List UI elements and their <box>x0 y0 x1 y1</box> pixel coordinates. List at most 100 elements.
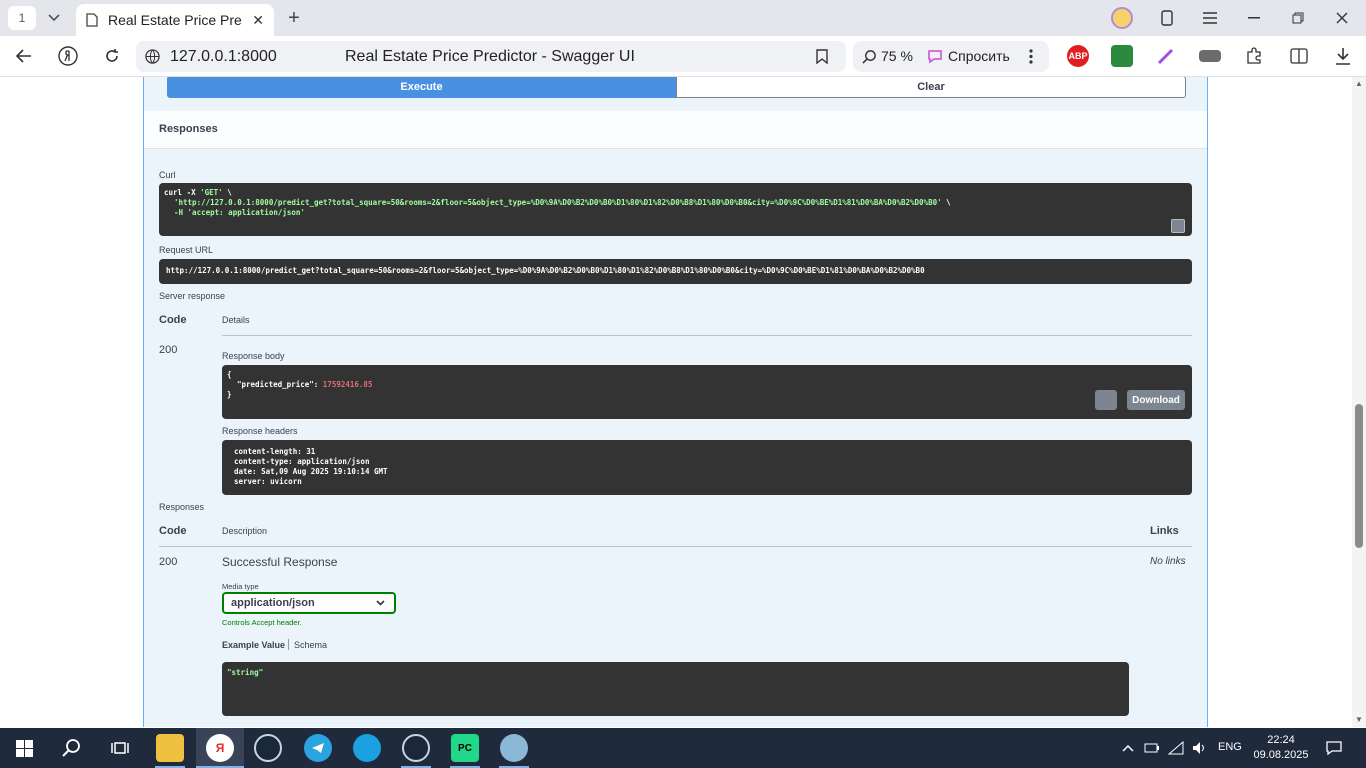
request-url-block[interactable]: http://127.0.0.1:8000/predict_get?total_… <box>159 259 1192 284</box>
predicted-price-value: 17592416.85 <box>322 380 373 389</box>
copy-to-clipboard-icon[interactable] <box>1171 219 1185 233</box>
details-column-header: Details <box>222 315 250 325</box>
curl-url-continuation: \ <box>941 198 951 207</box>
clock[interactable]: 22:24 09.08.2025 <box>1253 733 1309 763</box>
curl-code-block[interactable]: curl -X 'GET' \ 'http://127.0.0.1:8000/p… <box>159 183 1192 236</box>
clock-time: 22:24 <box>1267 734 1295 746</box>
divider <box>222 335 1192 336</box>
adblock-extension-icon[interactable]: ABP <box>1067 45 1089 67</box>
response-description: Successful Response <box>222 555 338 569</box>
reload-icon[interactable] <box>100 44 124 68</box>
description-header: Description <box>222 526 268 536</box>
telegram-icon[interactable] <box>304 734 332 762</box>
ai-assistant-icon <box>927 48 943 67</box>
windows-start-icon[interactable] <box>10 734 38 762</box>
curl-command: curl -X <box>164 188 201 197</box>
execute-button[interactable]: Execute <box>167 77 676 98</box>
edge-icon[interactable] <box>353 734 381 762</box>
curl-continuation: \ <box>222 188 232 197</box>
puzzle-extensions-icon[interactable] <box>1242 44 1266 68</box>
task-view-icon[interactable] <box>106 734 134 762</box>
notifications-icon[interactable] <box>1320 734 1348 762</box>
download-icon[interactable] <box>1331 44 1355 68</box>
more-vertical-icon[interactable] <box>1029 49 1033 67</box>
body-colon: : <box>313 380 323 389</box>
response-body-block[interactable]: { "predicted_price": 17592416.85 } <box>222 365 1192 419</box>
yandex-browser-icon[interactable]: Я <box>206 734 234 762</box>
response-body-label: Response body <box>222 351 285 361</box>
header-line: content-type: application/json <box>234 457 370 466</box>
globe-icon <box>145 49 160 69</box>
volume-icon[interactable] <box>1186 734 1214 762</box>
search-icon[interactable] <box>58 734 86 762</box>
example-value-block[interactable]: "string" <box>222 662 1129 716</box>
address-bar: 127.0.0.1:8000 Real Estate Price Predict… <box>0 36 1366 77</box>
divider <box>159 546 1192 547</box>
page-title-text: Real Estate Price Predictor - Swagger UI <box>345 48 635 65</box>
body-open-brace: { <box>227 370 232 379</box>
no-links-text: No links <box>1150 556 1186 567</box>
minimize-icon[interactable] <box>1242 6 1266 30</box>
download-button[interactable]: Download <box>1127 390 1185 410</box>
collections-icon[interactable] <box>1155 6 1179 30</box>
responses-title: Responses <box>159 123 218 135</box>
steam-icon[interactable] <box>254 734 282 762</box>
taskbar: Я PC ENG 22:24 09.08.2025 <box>0 728 1366 768</box>
document-icon <box>86 13 98 27</box>
copy-body-icon[interactable] <box>1095 390 1117 410</box>
request-url-label: Request URL <box>159 245 214 255</box>
media-type-label: Media type <box>222 582 259 591</box>
file-explorer-icon[interactable] <box>156 734 184 762</box>
pen-extension-icon[interactable] <box>1155 45 1177 67</box>
zoom-and-ask-box: 75 % Спросить <box>853 41 1049 72</box>
extension-icon[interactable] <box>1199 50 1221 62</box>
example-value-tab[interactable]: Example Value <box>222 640 285 650</box>
ask-button[interactable]: Спросить <box>948 48 1010 64</box>
doc-status-code: 200 <box>159 556 178 568</box>
request-url: http://127.0.0.1:8000/predict_get?total_… <box>166 266 925 275</box>
omnibox[interactable]: 127.0.0.1:8000 Real Estate Price Predict… <box>136 41 846 72</box>
input-language[interactable]: ENG <box>1218 741 1242 753</box>
tab-count-button[interactable]: 1 <box>8 6 36 30</box>
tab-list-chevron-icon[interactable] <box>40 6 68 30</box>
curl-header: -H 'accept: application/json' <box>174 208 305 217</box>
url-text: 127.0.0.1:8000 <box>170 48 277 65</box>
yandex-logo-icon[interactable] <box>56 44 80 68</box>
new-tab-plus-icon[interactable]: + <box>282 6 306 30</box>
back-arrow-icon[interactable] <box>12 44 36 68</box>
response-headers-block[interactable]: content-length: 31 content-type: applica… <box>222 440 1192 495</box>
color-extension-icon[interactable] <box>1111 45 1133 67</box>
zoom-level[interactable]: 75 % <box>881 48 913 64</box>
operation-block: Execute Clear Responses Curl curl -X 'GE… <box>143 77 1208 727</box>
paint-app-icon[interactable] <box>500 734 528 762</box>
split-view-icon[interactable] <box>1287 44 1311 68</box>
pycharm-icon[interactable]: PC <box>451 734 479 762</box>
links-header: Links <box>1150 525 1179 537</box>
tab-bar: 1 Real Estate Price Predic ✕ + <box>0 0 1366 36</box>
curl-url: 'http://127.0.0.1:8000/predict_get?total… <box>174 198 942 207</box>
steam-client-icon[interactable] <box>402 734 430 762</box>
menu-icon[interactable] <box>1198 6 1222 30</box>
page-scrollbar[interactable]: ▲ ▼ <box>1352 77 1366 727</box>
response-status-code: 200 <box>159 344 178 356</box>
clear-button[interactable]: Clear <box>676 77 1186 98</box>
controls-accept-note: Controls Accept header. <box>222 618 302 627</box>
restore-icon[interactable] <box>1286 6 1310 30</box>
media-type-value: application/json <box>231 597 315 609</box>
response-headers-label: Response headers <box>222 426 298 436</box>
page-viewport: Execute Clear Responses Curl curl -X 'GE… <box>0 77 1352 727</box>
example-string: "string" <box>227 668 264 677</box>
media-type-select[interactable]: application/json <box>222 592 396 614</box>
header-line: date: Sat,09 Aug 2025 19:10:14 GMT <box>234 467 388 476</box>
close-window-icon[interactable] <box>1330 6 1354 30</box>
scrollbar-thumb[interactable] <box>1355 404 1363 548</box>
scroll-up-arrow-icon[interactable]: ▲ <box>1355 79 1363 88</box>
body-key: "predicted_price" <box>237 380 314 389</box>
execute-wrapper: Execute Clear <box>167 77 1186 98</box>
schema-tab[interactable]: Schema <box>294 640 327 650</box>
bookmark-icon[interactable] <box>816 49 828 69</box>
scroll-down-arrow-icon[interactable]: ▼ <box>1355 715 1363 724</box>
profile-avatar-icon[interactable] <box>1110 6 1134 30</box>
active-tab[interactable]: Real Estate Price Predic ✕ <box>76 4 274 36</box>
close-tab-icon[interactable]: ✕ <box>252 12 264 29</box>
